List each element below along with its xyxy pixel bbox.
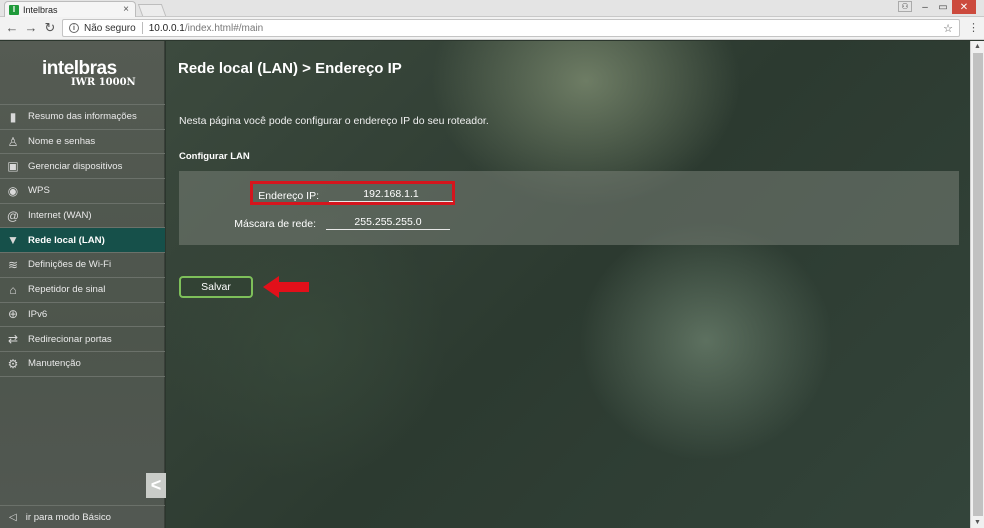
section-title: Configurar LAN	[179, 151, 250, 162]
router-admin-page: intelbras IWR 1000N ▮ Resumo das informa…	[0, 41, 970, 528]
sidebar-item-label: Manutenção	[28, 358, 81, 370]
browser-tabstrip: I Intelbras × ⚇ – ▭ ✕	[0, 0, 984, 17]
minimize-icon[interactable]: –	[916, 0, 934, 14]
sidebar-item-label: IPv6	[28, 308, 48, 320]
basic-mode-link[interactable]: ◁ ir para modo Básico	[0, 505, 165, 528]
sidebar-item-rede-local-lan[interactable]: ▼ Rede local (LAN)	[0, 228, 165, 254]
page-description: Nesta página você pode configurar o ende…	[179, 115, 489, 127]
subnet-mask-input[interactable]: 255.255.255.0	[326, 216, 450, 230]
port-forward-icon: ⇄	[7, 332, 19, 347]
ip-address-row: Endereço IP: 192.168.1.1	[249, 188, 453, 202]
collapse-sidebar-button[interactable]: <	[146, 473, 166, 498]
gear-icon: ⚙	[7, 356, 19, 371]
at-icon: @	[6, 208, 20, 223]
lan-icon: ▼	[7, 233, 19, 248]
sidebar-item-label: Nome e senhas	[28, 136, 96, 148]
user-icon: ♙	[7, 134, 19, 149]
sidebar-item-label: Repetidor de sinal	[28, 284, 106, 296]
router-model: IWR 1000N	[71, 77, 136, 88]
forward-icon[interactable]: →	[24, 21, 38, 35]
sidebar-item-nome-senhas[interactable]: ♙ Nome e senhas	[0, 130, 165, 155]
bookmark-star-icon[interactable]: ☆	[943, 22, 953, 35]
subnet-mask-label: Máscara de rede:	[234, 218, 316, 230]
ip-address-label: Endereço IP:	[258, 190, 319, 202]
tab-title: Intelbras	[23, 4, 58, 15]
url-host: 10.0.0.1	[148, 22, 185, 34]
scrollbar-thumb[interactable]	[973, 53, 983, 516]
address-bar[interactable]: i Não seguro 10.0.0.1 /index.html#/main …	[62, 19, 960, 37]
new-tab-button[interactable]	[137, 4, 167, 16]
device-icon: ▣	[7, 159, 19, 174]
profile-icon[interactable]: ⚇	[898, 1, 912, 12]
security-status: Não seguro	[84, 22, 136, 34]
address-separator	[141, 22, 143, 34]
basic-mode-label: ir para modo Básico	[25, 511, 112, 523]
sidebar-item-internet-wan[interactable]: @ Internet (WAN)	[0, 204, 165, 229]
scroll-down-icon[interactable]: ▼	[974, 519, 981, 526]
globe-icon: ⊕	[7, 307, 19, 322]
sidebar-item-label: Rede local (LAN)	[28, 234, 105, 246]
browser-toolbar: ← → ↻ i Não seguro 10.0.0.1 /index.html#…	[0, 17, 984, 40]
window-controls: ⚇ – ▭ ✕	[898, 0, 976, 14]
browser-menu-icon[interactable]: ⋮	[968, 22, 979, 34]
save-button[interactable]: Salvar	[179, 276, 253, 298]
ip-address-input[interactable]: 192.168.1.1	[329, 188, 453, 202]
browser-tab[interactable]: I Intelbras ×	[4, 1, 136, 17]
wifi-icon: ≋	[7, 257, 19, 272]
sidebar-item-gerenciar-dispositivos[interactable]: ▣ Gerenciar dispositivos	[0, 154, 165, 180]
url-path: /index.html#/main	[184, 22, 264, 34]
sidebar-item-label: Redirecionar portas	[28, 333, 112, 345]
repeater-icon: ⌂	[9, 282, 17, 297]
back-arrow-icon: ◁	[9, 511, 17, 523]
subnet-mask-row: Máscara de rede: 255.255.255.0	[219, 216, 450, 230]
info-icon[interactable]: i	[69, 23, 79, 33]
lan-config-form: Endereço IP: 192.168.1.1 Máscara de rede…	[179, 171, 959, 245]
sidebar-item-label: WPS	[28, 185, 50, 197]
scroll-up-icon[interactable]: ▲	[974, 43, 981, 50]
sidebar: intelbras IWR 1000N ▮ Resumo das informa…	[0, 41, 166, 528]
back-icon[interactable]: ←	[5, 21, 19, 35]
sidebar-item-label: Gerenciar dispositivos	[28, 160, 123, 172]
page-title: Rede local (LAN) > Endereço IP	[178, 60, 402, 77]
sidebar-item-repetidor[interactable]: ⌂ Repetidor de sinal	[0, 278, 165, 303]
maximize-icon[interactable]: ▭	[934, 0, 952, 14]
wps-icon: ◉	[7, 183, 19, 198]
sidebar-item-resumo[interactable]: ▮ Resumo das informações	[0, 105, 165, 130]
sidebar-item-manutencao[interactable]: ⚙ Manutenção	[0, 352, 165, 377]
red-arrow-annotation-icon	[263, 276, 309, 298]
sidebar-item-wps[interactable]: ◉ WPS	[0, 179, 165, 204]
sidebar-nav: ▮ Resumo das informações ♙ Nome e senhas…	[0, 104, 165, 377]
intelbras-favicon-icon: I	[9, 4, 19, 15]
sidebar-item-wifi[interactable]: ≋ Definições de Wi-Fi	[0, 253, 165, 278]
sidebar-item-label: Internet (WAN)	[28, 210, 92, 222]
bar-chart-icon: ▮	[9, 109, 17, 124]
sidebar-item-label: Resumo das informações	[28, 111, 137, 123]
sidebar-item-label: Definições de Wi-Fi	[28, 259, 112, 271]
reload-icon[interactable]: ↻	[43, 21, 57, 35]
sidebar-item-ipv6[interactable]: ⊕ IPv6	[0, 303, 165, 328]
page-scrollbar[interactable]: ▲ ▼	[970, 41, 984, 528]
sidebar-item-redirecionar-portas[interactable]: ⇄ Redirecionar portas	[0, 327, 165, 352]
close-window-icon[interactable]: ✕	[952, 0, 976, 14]
main-content: Rede local (LAN) > Endereço IP Nesta pág…	[166, 41, 970, 528]
tab-close-icon[interactable]: ×	[121, 4, 131, 15]
